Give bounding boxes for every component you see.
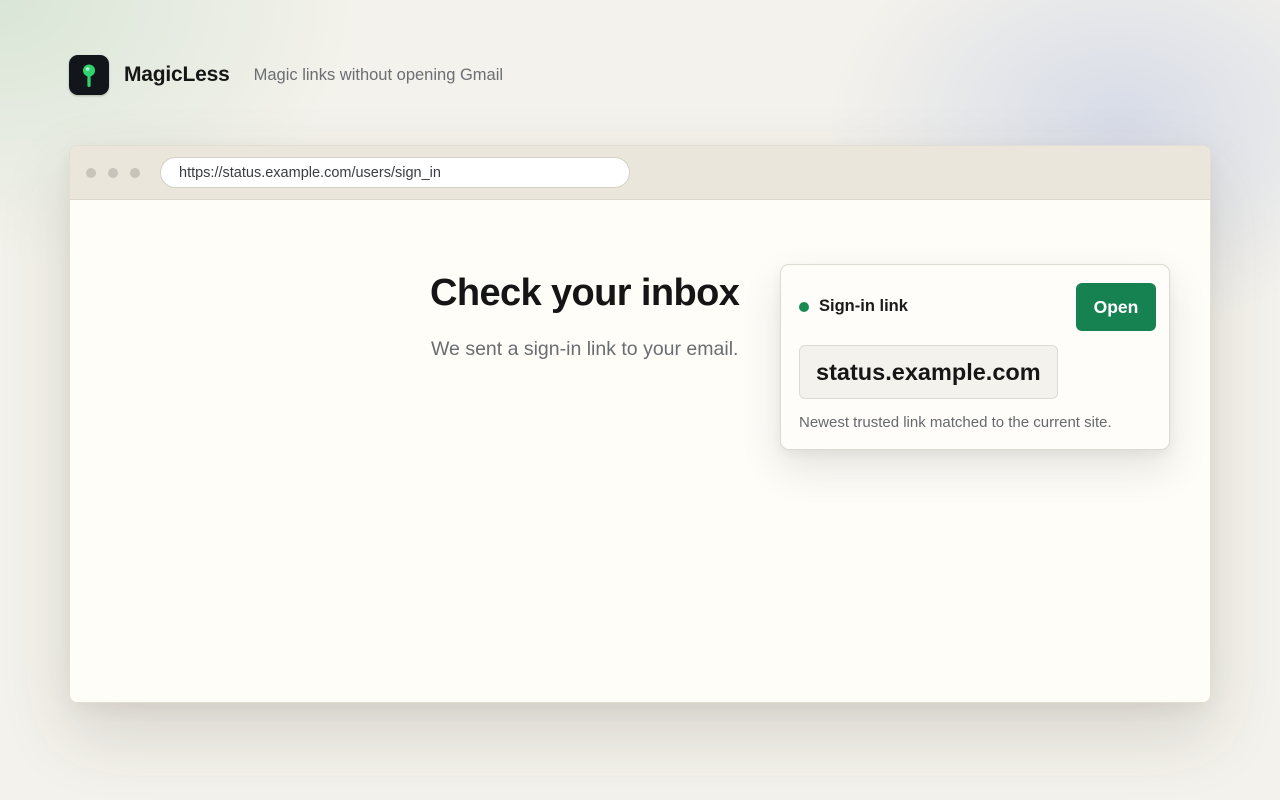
matched-domain: status.example.com [799,345,1058,399]
app-tagline: Magic links without opening Gmail [253,65,504,84]
browser-window: Check your inbox We sent a sign-in link … [69,145,1211,703]
page-title: Check your inbox [430,272,740,314]
key-icon [69,55,109,95]
window-minimize-dot[interactable] [108,168,118,178]
browser-toolbar [70,146,1210,200]
address-bar[interactable] [160,157,630,188]
sign-in-link-popup: Sign-in link Open status.example.com New… [780,264,1170,450]
window-maximize-dot[interactable] [130,168,140,178]
open-link-button[interactable]: Open [1076,283,1156,331]
window-close-dot[interactable] [86,168,96,178]
popup-label: Sign-in link [819,297,908,315]
brand-header: MagicLess Magic links without opening Gm… [69,55,503,95]
app-name: MagicLess [124,63,230,86]
page-subtitle: We sent a sign-in link to your email. [431,338,739,360]
status-indicator-icon [799,302,809,312]
popup-note: Newest trusted link matched to the curre… [799,414,1112,431]
